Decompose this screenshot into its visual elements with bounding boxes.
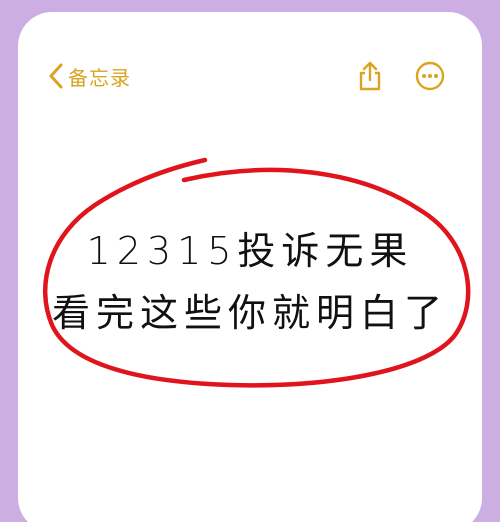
note-body[interactable]: 12315投诉无果 看完这些你就明白了 — [0, 0, 500, 522]
note-line-1: 12315投诉无果 — [86, 229, 414, 273]
note-line-2: 看完这些你就明白了 — [51, 291, 448, 335]
